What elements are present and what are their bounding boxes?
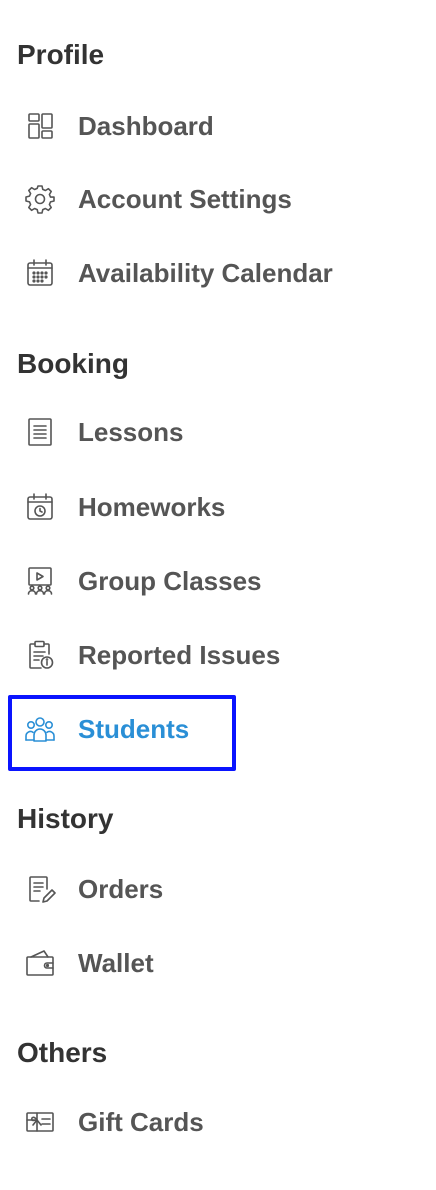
sidebar-item-orders[interactable]: Orders <box>16 861 416 917</box>
group-class-icon <box>22 563 58 599</box>
document-list-icon <box>22 414 58 450</box>
sidebar-item-label: Wallet <box>78 947 154 978</box>
clipboard-info-icon <box>22 637 58 673</box>
sidebar-item-students[interactable]: Students <box>16 701 416 757</box>
section-title-booking: Booking <box>17 348 129 379</box>
sidebar-item-label: Availability Calendar <box>78 257 333 288</box>
sidebar-item-label: Account Settings <box>78 183 292 214</box>
gift-card-icon <box>22 1104 58 1140</box>
sidebar-item-label: Students <box>78 713 190 744</box>
section-title-history: History <box>17 803 114 834</box>
section-title-others: Others <box>17 1037 108 1068</box>
orders-icon <box>22 871 58 907</box>
dashboard-icon <box>22 108 58 144</box>
sidebar-item-label: Gift Cards <box>78 1106 204 1137</box>
sidebar-item-reported-issues[interactable]: Reported Issues <box>16 627 416 683</box>
sidebar-item-availability-calendar[interactable]: Availability Calendar <box>16 245 416 301</box>
sidebar-item-label: Homeworks <box>78 491 226 522</box>
sidebar-item-account-settings[interactable]: Account Settings <box>16 171 416 227</box>
sidebar-item-label: Orders <box>78 873 164 904</box>
students-icon <box>22 711 58 747</box>
sidebar-item-label: Dashboard <box>78 110 214 141</box>
section-title-profile: Profile <box>17 39 105 70</box>
sidebar-item-gift-cards[interactable]: Gift Cards <box>16 1094 416 1150</box>
calendar-icon <box>22 255 58 291</box>
gear-icon <box>22 181 58 217</box>
sidebar-item-label: Group Classes <box>78 565 262 596</box>
calendar-clock-icon <box>22 489 58 525</box>
wallet-icon <box>22 945 58 981</box>
sidebar-item-group-classes[interactable]: Group Classes <box>16 553 416 609</box>
sidebar-item-label: Lessons <box>78 416 184 447</box>
sidebar-item-lessons[interactable]: Lessons <box>16 404 416 460</box>
sidebar-item-wallet[interactable]: Wallet <box>16 935 416 991</box>
sidebar-item-homeworks[interactable]: Homeworks <box>16 479 416 535</box>
sidebar-item-label: Reported Issues <box>78 639 281 670</box>
sidebar-item-dashboard[interactable]: Dashboard <box>16 98 416 154</box>
